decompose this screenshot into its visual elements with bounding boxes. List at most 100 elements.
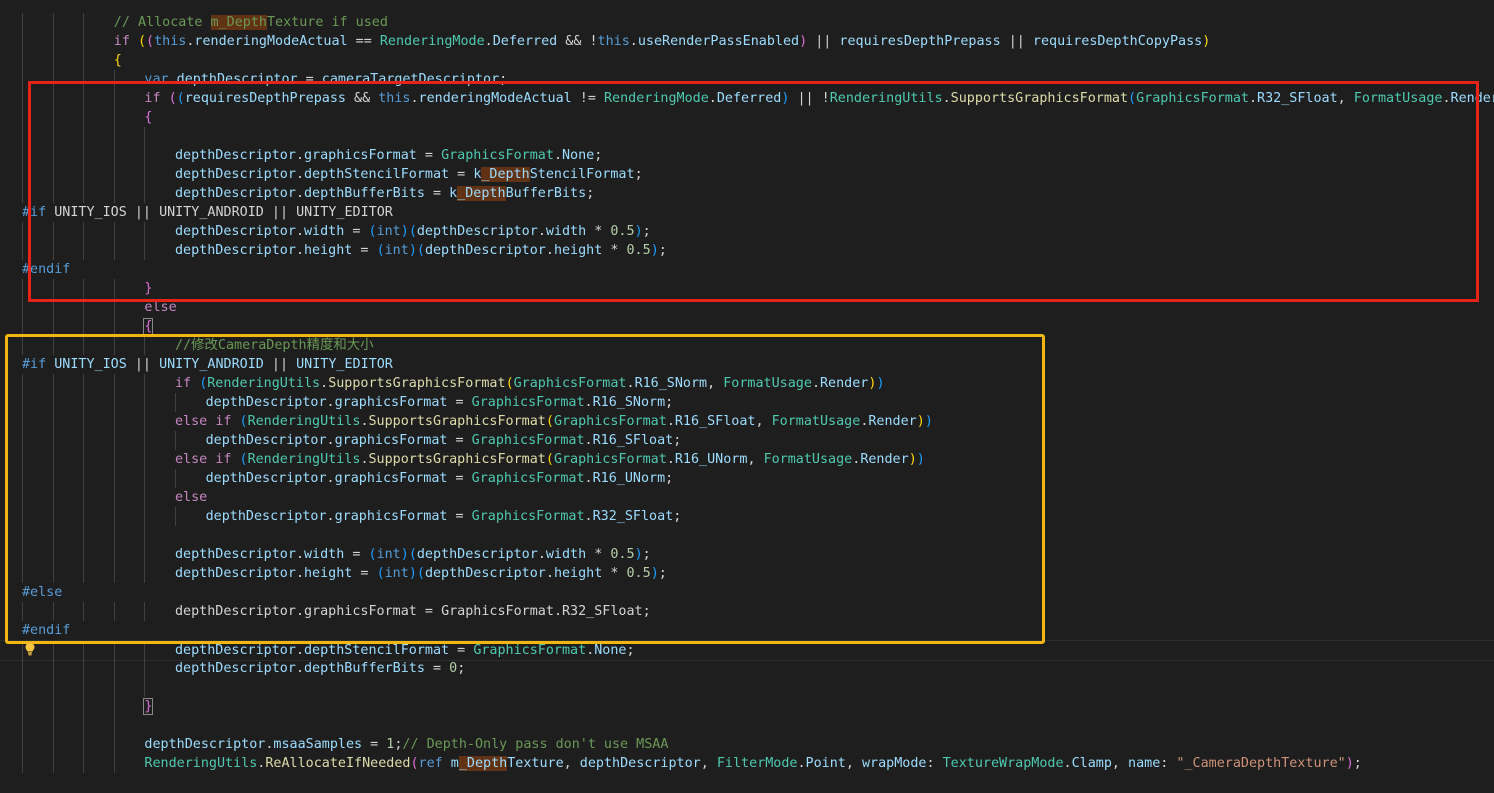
code-token: ( (416, 566, 425, 581)
code-line[interactable]: if (RenderingUtils.SupportsGraphicsForma… (0, 374, 1494, 393)
indent-guide (113, 89, 115, 108)
code-line[interactable]: depthDescriptor.depthBufferBits = k_Dept… (0, 184, 1494, 203)
code-token: ) (634, 547, 643, 562)
code-line[interactable]: if ((this.renderingModeActual == Renderi… (0, 32, 1494, 51)
code-line[interactable]: depthDescriptor.height = (int)(depthDesc… (0, 241, 1494, 260)
code-text: depthDescriptor.depthStencilFormat = k_D… (175, 165, 643, 184)
code-editor[interactable]: // Allocate m_DepthTexture if used if ((t… (0, 0, 1494, 793)
code-token: ) (924, 414, 933, 429)
code-line[interactable]: #else (0, 583, 1494, 602)
code-line[interactable]: { (0, 51, 1494, 70)
code-line[interactable]: #if UNITY_IOS || UNITY_ANDROID || UNITY_… (0, 355, 1494, 374)
code-line[interactable]: #endif (0, 621, 1494, 640)
code-line[interactable]: else if (RenderingUtils.SupportsGraphics… (0, 450, 1494, 469)
indent-guide (22, 526, 23, 545)
indent-guide (22, 374, 23, 393)
indent-guide (113, 526, 115, 545)
code-line[interactable]: } (0, 697, 1494, 716)
code-text: } (144, 279, 152, 298)
code-token: GraphicsFormat (441, 148, 554, 163)
code-token: ) (400, 224, 409, 239)
code-token: ; (499, 72, 508, 87)
code-token: RenderingUtils (144, 756, 258, 771)
code-token: . (410, 91, 419, 106)
code-token: . (295, 224, 304, 239)
code-line[interactable]: depthDescriptor.graphicsFormat = Graphic… (0, 146, 1494, 165)
code-line[interactable]: depthDescriptor.depthBufferBits = 0; (0, 659, 1494, 678)
code-token: 0 (449, 661, 458, 676)
code-token: . (295, 167, 304, 182)
indent-guide (113, 222, 115, 241)
code-line[interactable]: // Allocate m_DepthTexture if used (0, 13, 1494, 32)
code-token: ; (673, 433, 682, 448)
indent-guide (83, 241, 85, 260)
code-text: //修改CameraDepth精度和大小 (175, 336, 374, 355)
code-line[interactable]: } (0, 279, 1494, 298)
code-line[interactable] (0, 716, 1494, 735)
code-text: depthDescriptor.graphicsFormat = Graphic… (206, 431, 682, 450)
indent-guide (52, 279, 54, 298)
code-token: , (1111, 756, 1129, 771)
indent-guide (22, 641, 23, 660)
indent-guide (22, 317, 23, 336)
indent-guide (52, 697, 54, 716)
indent-guide (144, 336, 146, 355)
code-text: #else (22, 583, 62, 602)
code-line[interactable]: #endif (0, 260, 1494, 279)
code-line[interactable] (0, 526, 1494, 545)
code-line[interactable]: { (0, 108, 1494, 127)
code-token: RenderingUtils (247, 452, 361, 467)
code-token: || (807, 34, 840, 49)
code-token: requiresDepthPrepass (839, 34, 1001, 49)
code-line[interactable]: depthDescriptor.graphicsFormat = Graphic… (0, 431, 1494, 450)
code-line[interactable]: depthDescriptor.graphicsFormat = Graphic… (0, 602, 1494, 621)
code-token: Render (868, 414, 917, 429)
indent-guide (52, 602, 54, 621)
code-line[interactable]: depthDescriptor.graphicsFormat = Graphic… (0, 469, 1494, 488)
code-token: Render (1450, 91, 1494, 106)
indent-guide (22, 602, 23, 621)
indent-guide (144, 393, 146, 412)
code-line[interactable]: else (0, 488, 1494, 507)
code-text: if ((requiresDepthPrepass && this.render… (144, 89, 1494, 108)
code-line[interactable]: depthDescriptor.width = (int)(depthDescr… (0, 222, 1494, 241)
code-token: ; (457, 661, 466, 676)
code-line[interactable]: depthDescriptor.graphicsFormat = Graphic… (0, 393, 1494, 412)
indent-guide (83, 602, 85, 621)
code-line[interactable] (0, 678, 1494, 697)
code-line[interactable]: depthDescriptor.height = (int)(depthDesc… (0, 564, 1494, 583)
code-token: requiresDepthCopyPass (1032, 34, 1203, 49)
code-token: //修改CameraDepth精度和大小 (175, 338, 374, 353)
code-line[interactable]: depthDescriptor.msaaSamples = 1;// Depth… (0, 735, 1494, 754)
code-line[interactable]: if ((requiresDepthPrepass && this.render… (0, 89, 1494, 108)
code-line[interactable]: else if (RenderingUtils.SupportsGraphics… (0, 412, 1494, 431)
lightbulb-icon[interactable] (24, 642, 36, 656)
code-token: depthDescriptor (175, 186, 296, 201)
code-line[interactable]: depthDescriptor.width = (int)(depthDescr… (0, 545, 1494, 564)
code-token: UNITY_IOS (54, 357, 127, 372)
indent-guide (22, 716, 23, 735)
code-token: // Depth-Only pass don't use MSAA (402, 737, 669, 752)
code-line[interactable]: #if UNITY_IOS || UNITY_ANDROID || UNITY_… (0, 203, 1494, 222)
code-line[interactable]: //修改CameraDepth精度和大小 (0, 336, 1494, 355)
code-token: . (295, 643, 304, 658)
code-line[interactable]: RenderingUtils. ReAllocateIfNeeded(ref m_… (0, 754, 1494, 773)
code-token: else (175, 414, 208, 429)
code-line[interactable]: depthDescriptor.graphicsFormat = Graphic… (0, 507, 1494, 526)
code-line[interactable]: depthDescriptor.depthStencilFormat = Gra… (0, 640, 1494, 661)
code-token: = (297, 72, 322, 87)
code-line[interactable] (0, 127, 1494, 146)
code-token: int (384, 243, 409, 258)
indent-guide (22, 127, 23, 146)
indent-guide (22, 32, 23, 51)
indent-guide (52, 526, 54, 545)
code-token: graphicsFormat (334, 509, 448, 524)
code-line[interactable]: { (0, 317, 1494, 336)
code-line[interactable]: else (0, 298, 1494, 317)
code-line[interactable]: var depthDescriptor = cameraTargetDescri… (0, 70, 1494, 89)
code-line[interactable]: depthDescriptor.depthStencilFormat = k_D… (0, 165, 1494, 184)
indent-guide (113, 469, 115, 488)
indent-guide (113, 374, 115, 393)
